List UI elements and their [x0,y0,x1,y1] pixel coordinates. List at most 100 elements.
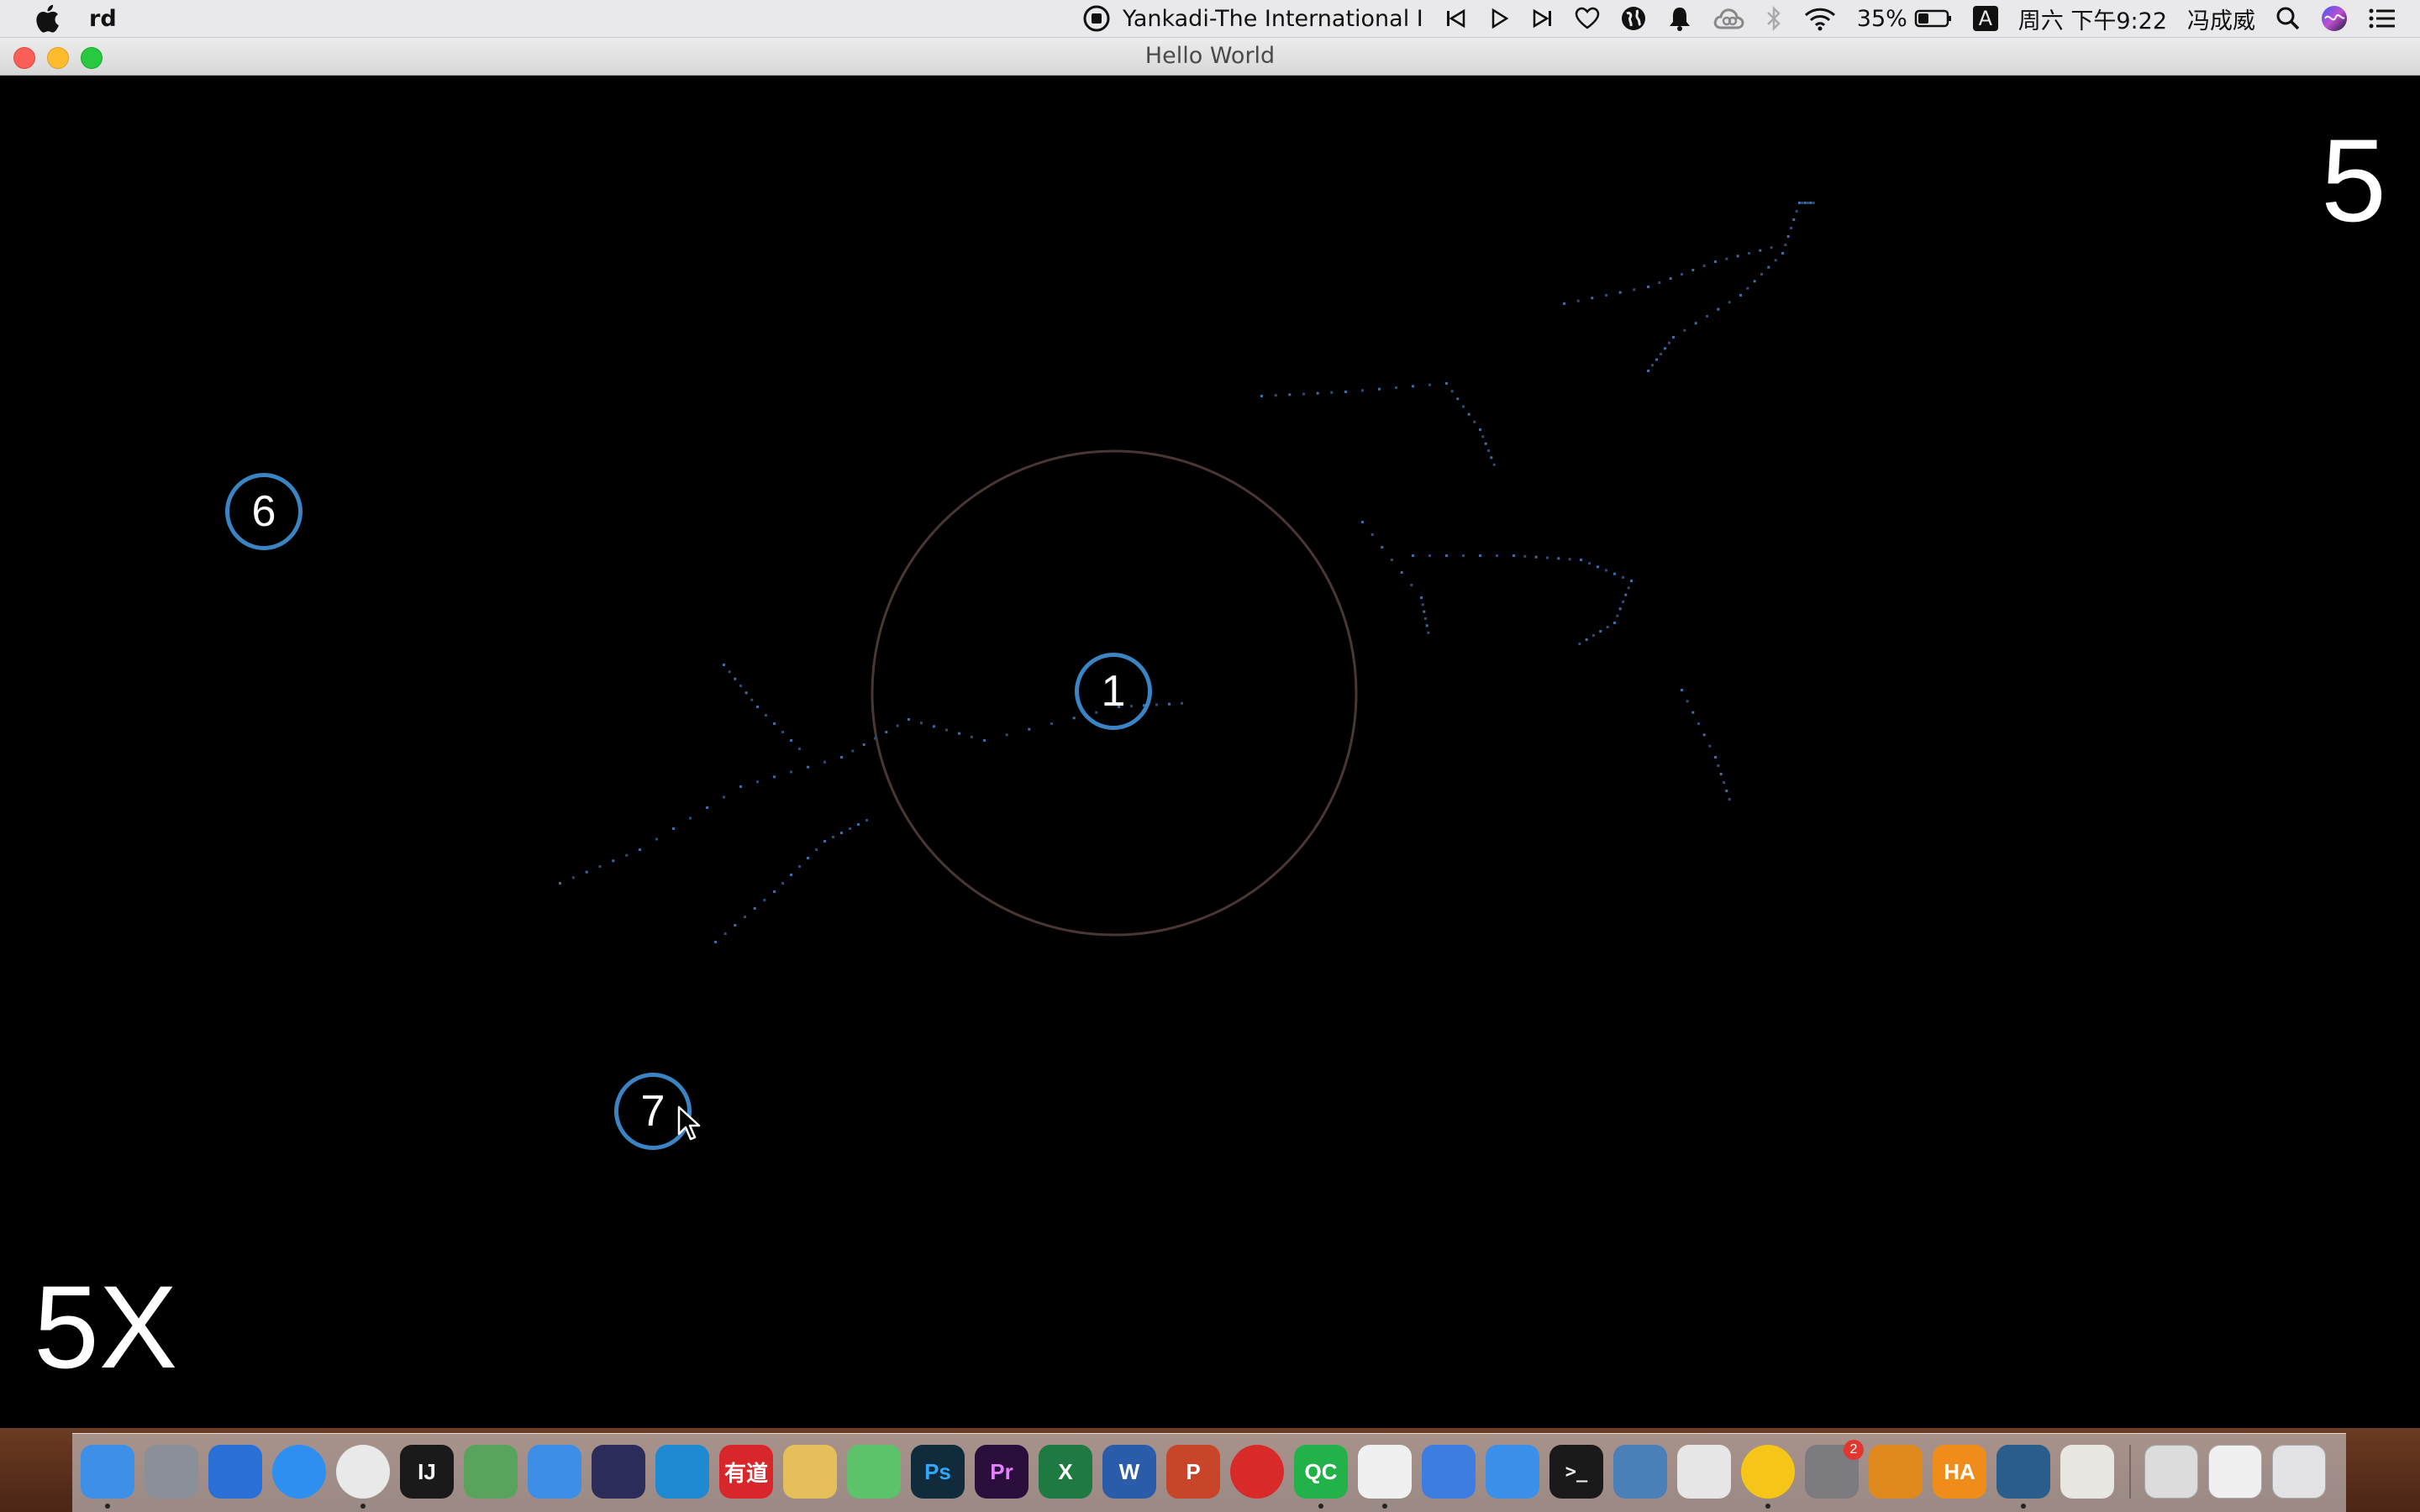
particle-dot [1613,622,1616,624]
menu-bar: rd Yankadi-The International I 35% A 周六 … [0,0,2420,38]
particle-dot [1361,521,1364,523]
game-icon[interactable] [1869,1445,1923,1499]
particle-dot [1487,449,1490,452]
play-icon[interactable] [1487,0,1511,37]
particle-dot [1496,554,1498,557]
vscode-icon[interactable] [655,1445,709,1499]
feishu-icon[interactable] [1486,1445,1539,1499]
particle-dot [971,735,973,738]
intellij-label: IJ [418,1458,436,1484]
particle-dot [1302,392,1305,396]
particle-dot [744,916,746,918]
system-preferences-icon[interactable]: 2 [1805,1440,1864,1499]
android-studio-icon[interactable] [464,1445,518,1499]
heart-icon[interactable] [1575,0,1600,37]
particle-dot [1633,288,1636,291]
qc-label: QC [1304,1458,1338,1484]
window-titlebar[interactable]: Hello World [0,38,2420,76]
powerpoint-label: P [1186,1458,1201,1484]
apple-menu-icon[interactable] [34,3,60,34]
bluetooth-icon[interactable] [1765,0,1783,37]
excel-icon[interactable]: X [1039,1445,1092,1499]
notification-center-icon[interactable] [2368,0,2396,37]
notification-bell-icon[interactable] [1667,0,1692,37]
qc-icon[interactable]: QC [1294,1445,1348,1509]
trash-icon[interactable] [2272,1445,2326,1499]
particle-dot [1467,412,1470,416]
finder-icon[interactable] [81,1445,134,1509]
launchpad-icon[interactable] [145,1445,198,1499]
particle-dot [851,749,855,753]
menu-bar-extras: Yankadi-The International I 35% A 周六 下午9… [1072,0,2420,37]
photoshop-icon[interactable]: Ps [911,1445,965,1499]
spotlight-search-icon[interactable] [2275,0,2301,37]
particle-dot [1563,302,1565,305]
particle-dot [1691,711,1695,714]
mouse-cursor-icon [677,1105,701,1141]
previous-track-icon[interactable] [1444,0,1467,37]
app-menu-name[interactable]: rd [89,6,117,32]
globe-icon[interactable] [1620,0,1647,37]
battery-status[interactable]: 35% [1857,0,1953,37]
eclipse-icon[interactable] [592,1445,645,1499]
particle-dot [815,848,818,851]
particle-dot [896,724,899,727]
dashboard-icon[interactable] [208,1445,262,1499]
chrome-icon[interactable] [336,1445,390,1509]
wifi-icon[interactable] [1803,0,1837,37]
particle-dot [1770,246,1773,249]
wechat-icon[interactable] [1677,1445,1731,1499]
particle-dot [1669,277,1672,280]
next-track-icon[interactable] [1531,0,1555,37]
particle-dot [625,853,629,857]
youdao-label: 有道 [723,1460,768,1486]
netease-music-icon[interactable] [1230,1445,1284,1499]
particle-dot [832,836,834,838]
particle-dot [1736,255,1739,258]
particle-dot [1774,259,1777,262]
downloads-stack-icon[interactable] [2208,1445,2262,1499]
quicktime-icon[interactable] [1996,1445,2050,1509]
particle-dot [1484,442,1487,445]
particle-dot [862,743,865,746]
xcode-icon[interactable] [528,1445,581,1499]
particle-dot [1599,630,1602,633]
particle-dot [1672,336,1675,339]
target-circle-1[interactable]: 1 [1075,653,1152,730]
premiere-icon[interactable]: Pr [975,1445,1028,1499]
siri-icon[interactable] [2321,0,2348,37]
qq-music-icon[interactable] [1741,1445,1795,1509]
bean-icon[interactable] [783,1445,837,1499]
particle-dot [1702,265,1706,267]
baidu-netdisk-icon[interactable] [1422,1445,1476,1499]
particle-dot [840,832,843,834]
particle-dot [807,857,809,859]
particle-dot [1686,700,1689,703]
terminal-icon[interactable]: >_ [1549,1445,1603,1499]
user-menu[interactable]: 冯成威 [2187,0,2255,37]
document-stack-icon[interactable] [2144,1445,2198,1499]
vmware-icon[interactable] [1613,1445,1667,1499]
game-canvas[interactable]: 5 5X 1 6 7 [0,76,2420,1428]
dock-icons: IJ 有道 Ps Pr X W P QC >_ 2 HA [81,1440,2336,1509]
preview-icon[interactable] [2060,1445,2114,1499]
safari-icon[interactable] [272,1445,326,1499]
particle-dot [773,722,776,725]
word-icon[interactable]: W [1102,1445,1156,1499]
clock[interactable]: 周六 下午9:22 [2018,0,2167,37]
youdao-icon[interactable]: 有道 [719,1445,773,1499]
powerpoint-icon[interactable]: P [1166,1445,1220,1499]
intellij-icon[interactable]: IJ [400,1445,454,1499]
target-circle-6[interactable]: 6 [225,473,302,550]
iqiyi-icon[interactable] [847,1445,901,1499]
qq-icon[interactable] [1358,1445,1412,1509]
ha-icon[interactable]: HA [1933,1445,1986,1499]
input-method-indicator[interactable]: A [1972,0,1998,37]
particle-dot [1427,631,1430,634]
particle-dot [983,739,986,742]
particle-dot [1576,299,1580,302]
particle-dot [750,698,754,701]
particle-dot [1725,257,1728,260]
now-playing[interactable]: Yankadi-The International I [1082,0,1423,37]
creative-cloud-icon[interactable] [1712,0,1744,37]
